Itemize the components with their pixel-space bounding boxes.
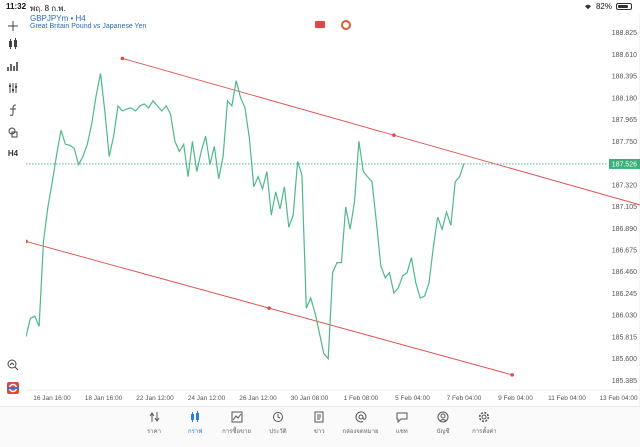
trendline-handle[interactable] bbox=[510, 373, 514, 377]
price-tick-label: 186.460 bbox=[612, 269, 637, 276]
account-icon bbox=[437, 411, 449, 423]
price-tick-label: 188.610 bbox=[612, 52, 637, 59]
price-tick-label: 186.675 bbox=[612, 247, 637, 254]
price-series-line bbox=[26, 73, 465, 361]
time-axis: 16 Jan 16:00 18 Jan 16:00 22 Jan 12:00 24 J… bbox=[33, 395, 638, 402]
price-tick-label: 187.320 bbox=[612, 182, 637, 189]
trendline[interactable] bbox=[122, 57, 640, 212]
trendline-handle[interactable] bbox=[392, 133, 396, 138]
tab-chart[interactable]: กราฟ bbox=[174, 409, 216, 445]
history-icon bbox=[272, 412, 283, 422]
crosshair-icon bbox=[8, 21, 18, 31]
current-price-label: 187.526 bbox=[612, 161, 637, 168]
shapes-tool[interactable] bbox=[6, 125, 20, 139]
current-price-marker: 187.526 bbox=[26, 158, 640, 169]
chart-type-tool[interactable] bbox=[6, 37, 20, 51]
price-axis: 188.825 188.610 188.395 188.180 187.965 187.7… bbox=[612, 30, 637, 385]
trendline-handle[interactable] bbox=[267, 306, 271, 310]
status-indicators: 82% bbox=[584, 2, 632, 11]
function-tool[interactable] bbox=[6, 103, 20, 117]
trade-icon bbox=[231, 411, 243, 423]
tab-label: กล่องจดหมาย bbox=[342, 429, 379, 435]
tab-label: การซื้อขาย bbox=[222, 429, 252, 435]
price-chart[interactable]: 188.825 188.610 188.395 188.180 187.965 187.7… bbox=[26, 14, 640, 406]
time-tick-label: 13 Feb 04:00 bbox=[599, 395, 638, 402]
price-tick-label: 186.890 bbox=[612, 226, 637, 233]
time-tick-label: 11 Feb 04:00 bbox=[548, 395, 586, 402]
price-tick-label: 187.105 bbox=[612, 204, 637, 211]
time-tick-label: 30 Jan 08:00 bbox=[291, 395, 329, 402]
tab-settings[interactable]: การตั้งค่า bbox=[463, 409, 505, 445]
settings-icon bbox=[479, 411, 490, 423]
price-tick-label: 188.180 bbox=[612, 95, 637, 102]
news-icon bbox=[314, 411, 324, 423]
tab-trade[interactable]: การซื้อขาย bbox=[216, 409, 258, 445]
tab-news[interactable]: ข่าว bbox=[298, 409, 340, 445]
bottom-tab-bar: ราคา กราฟ การซื้อขาย ประวัติ ข่าว กล่องจดหมาย… bbox=[0, 406, 640, 447]
quotes-icon bbox=[149, 412, 160, 422]
tab-chat[interactable]: แชท bbox=[381, 409, 423, 445]
price-tick-label: 186.245 bbox=[612, 291, 637, 298]
tab-label: ประวัติ bbox=[269, 429, 287, 435]
chat-icon bbox=[396, 412, 408, 423]
trend-channel[interactable] bbox=[26, 56, 640, 377]
time-tick-label: 26 Jan 12:00 bbox=[239, 395, 277, 402]
timeframe-button[interactable]: H4 bbox=[6, 146, 20, 160]
trendline-handle[interactable] bbox=[120, 56, 125, 61]
price-tick-label: 185.600 bbox=[612, 356, 637, 363]
price-tick-label: 186.030 bbox=[612, 313, 637, 320]
price-tick-label: 187.965 bbox=[612, 117, 637, 124]
status-time: 11:32 bbox=[6, 2, 27, 11]
time-tick-label: 7 Feb 04:00 bbox=[447, 395, 482, 402]
drawing-toolbar: H4 bbox=[0, 21, 26, 406]
tab-label: ข่าว bbox=[313, 429, 325, 435]
shapes-icon bbox=[8, 127, 18, 138]
tab-label: การตั้งค่า bbox=[472, 429, 497, 435]
price-tick-label: 188.395 bbox=[612, 74, 637, 81]
price-tick-label: 185.385 bbox=[612, 378, 637, 385]
app-logo-button[interactable] bbox=[6, 381, 20, 395]
time-tick-label: 22 Jan 12:00 bbox=[136, 395, 174, 402]
time-tick-label: 9 Feb 04:00 bbox=[498, 395, 533, 402]
chart-zoom-tool[interactable] bbox=[6, 358, 20, 372]
battery-percent: 82% bbox=[595, 2, 612, 11]
tab-quotes[interactable]: ราคา bbox=[133, 409, 175, 445]
mailbox-icon bbox=[355, 411, 367, 423]
price-tick-label: 187.750 bbox=[612, 139, 637, 146]
tab-label: แชท bbox=[395, 429, 408, 435]
tab-label: บัญชี bbox=[436, 429, 450, 435]
time-tick-label: 5 Feb 04:00 bbox=[395, 395, 430, 402]
candles-icon bbox=[9, 38, 17, 49]
battery-level bbox=[618, 5, 628, 8]
app-logo-icon bbox=[7, 382, 19, 394]
status-bar: 11:32 พฤ. 8 ก.พ. 82% bbox=[0, 0, 640, 14]
crosshair-tool[interactable] bbox=[6, 19, 20, 33]
time-tick-label: 24 Jan 12:00 bbox=[188, 395, 226, 402]
function-icon bbox=[9, 104, 17, 116]
tab-mailbox[interactable]: กล่องจดหมาย bbox=[340, 409, 382, 445]
sliders-icon bbox=[9, 83, 17, 93]
trendline-handle[interactable] bbox=[26, 239, 28, 244]
time-tick-label: 16 Jan 16:00 bbox=[33, 395, 71, 402]
tab-label: กราฟ bbox=[188, 429, 203, 435]
price-tick-label: 185.815 bbox=[612, 334, 637, 341]
tab-history[interactable]: ประวัติ bbox=[257, 409, 299, 445]
price-tick-label: 188.825 bbox=[612, 30, 637, 37]
tab-label: ราคา bbox=[147, 429, 161, 435]
time-tick-label: 18 Jan 16:00 bbox=[85, 395, 123, 402]
time-tick-label: 1 Feb 08:00 bbox=[344, 395, 379, 402]
settings-sliders-tool[interactable] bbox=[6, 81, 20, 95]
indicators-tool[interactable] bbox=[6, 59, 20, 73]
chart-icon bbox=[191, 411, 200, 422]
battery-icon bbox=[616, 3, 632, 10]
indicators-icon bbox=[7, 62, 18, 71]
tab-account[interactable]: บัญชี bbox=[422, 409, 464, 445]
wifi-icon bbox=[584, 4, 591, 9]
zoom-chart-icon bbox=[7, 359, 19, 371]
